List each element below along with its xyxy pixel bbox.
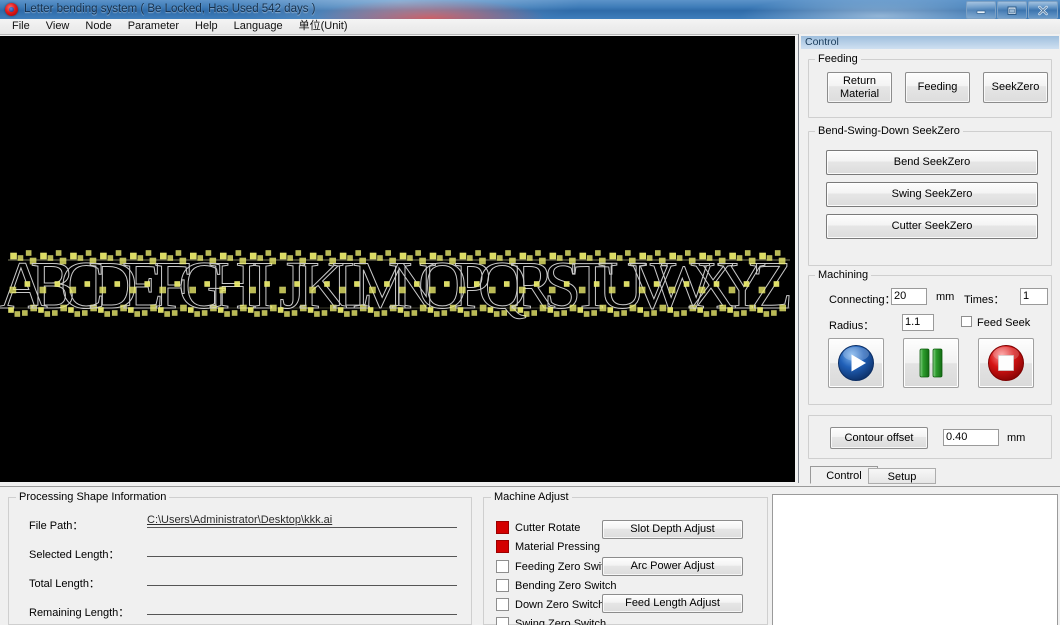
- times-input[interactable]: 1: [1020, 288, 1048, 305]
- selected-length-value: [147, 543, 457, 557]
- return-material-label-line1: Return: [842, 74, 877, 87]
- processing-shape-information-title: Processing Shape Information: [16, 491, 170, 503]
- bend-seekzero-button[interactable]: Bend SeekZero: [826, 150, 1038, 175]
- feed-seek-label: Feed Seek: [977, 317, 1031, 329]
- machining-group: Machining Connecting： 20 mm Times： 1 Rad…: [808, 269, 1052, 405]
- swing-seekzero-button[interactable]: Swing SeekZero: [826, 182, 1038, 207]
- pause-button[interactable]: [903, 338, 959, 388]
- contour-offset-unit-label: mm: [1007, 432, 1026, 444]
- return-material-label-line2: Material: [839, 87, 880, 100]
- menu-item-help[interactable]: Help: [187, 19, 226, 34]
- window-buttons: [966, 1, 1058, 19]
- radius-label: Radius：: [829, 320, 875, 332]
- menu-item-unit[interactable]: 单位(Unit): [291, 19, 356, 34]
- bending-zero-switch-checkbox[interactable]: [496, 579, 509, 592]
- file-path-value: C:\Users\Administrator\Desktop\kkk.ai: [147, 514, 457, 528]
- menu-item-view[interactable]: View: [38, 19, 78, 34]
- feeding-button[interactable]: Feeding: [905, 72, 970, 103]
- tab-setup[interactable]: Setup: [868, 468, 936, 484]
- machine-adjust-title: Machine Adjust: [491, 491, 572, 503]
- swing-zero-switch-checkbox[interactable]: [496, 617, 509, 625]
- connecting-unit-label: mm: [936, 291, 955, 303]
- pause-icon: [919, 348, 943, 378]
- start-button[interactable]: [828, 338, 884, 388]
- menu-item-language[interactable]: Language: [226, 19, 291, 34]
- file-path-label: File Path：: [29, 520, 84, 532]
- contour-offset-button[interactable]: Contour offset: [830, 427, 928, 449]
- radius-input[interactable]: 1.1: [902, 314, 934, 331]
- swing-zero-switch-label: Swing Zero Switch: [515, 618, 607, 625]
- total-length-label: Total Length：: [29, 578, 100, 590]
- title-bar: Letter bending system ( Be Locked, Has U…: [0, 0, 1060, 20]
- bottom-area: Processing Shape Information File Path： …: [0, 486, 1060, 625]
- feeding-group: Feeding Return Material Feeding SeekZero: [808, 53, 1052, 118]
- remaining-length-label: Remaining Length：: [29, 607, 130, 619]
- machine-adjust-group: Machine Adjust Cutter Rotate Material Pr…: [483, 491, 768, 625]
- contour-offset-input[interactable]: 0.40: [943, 429, 999, 446]
- remaining-length-value: [147, 601, 457, 615]
- return-material-button[interactable]: Return Material: [827, 72, 892, 103]
- window-title: Letter bending system ( Be Locked, Has U…: [24, 3, 316, 15]
- total-length-value: [147, 572, 457, 586]
- seekzero-group-title: Bend-Swing-Down SeekZero: [815, 125, 963, 137]
- control-panel-caption: Control: [801, 36, 1059, 49]
- material-pressing-indicator: [496, 540, 509, 553]
- menu-item-file[interactable]: File: [4, 19, 38, 34]
- times-label: Times：: [964, 294, 1005, 306]
- menu-item-node[interactable]: Node: [77, 19, 119, 34]
- log-output-panel[interactable]: [772, 494, 1058, 625]
- panel-tabs: Control Setup: [798, 466, 1060, 484]
- letter-outline-drawing: ABCDEFGHI JKLMNOPQRSTUVWXYZ: [0, 247, 793, 324]
- feed-length-adjust-button[interactable]: Feed Length Adjust: [602, 594, 743, 613]
- slot-depth-adjust-button[interactable]: Slot Depth Adjust: [602, 520, 743, 539]
- bending-zero-switch-label: Bending Zero Switch: [515, 580, 617, 592]
- application-window: Letter bending system ( Be Locked, Has U…: [0, 0, 1060, 625]
- processing-shape-information-group: Processing Shape Information File Path： …: [8, 491, 472, 625]
- material-pressing-label: Material Pressing: [515, 541, 600, 553]
- feeding-seekzero-button[interactable]: SeekZero: [983, 72, 1048, 103]
- feeding-zero-switch-label: Feeding Zero Switch: [515, 561, 616, 573]
- stop-button[interactable]: [978, 338, 1034, 388]
- cutter-rotate-indicator: [496, 521, 509, 534]
- connecting-input[interactable]: 20: [891, 288, 927, 305]
- feeding-zero-switch-checkbox[interactable]: [496, 560, 509, 573]
- feed-seek-checkbox[interactable]: [961, 316, 972, 327]
- menu-bar: File View Node Parameter Help Language 单…: [0, 19, 1060, 35]
- app-circle-icon: [5, 3, 18, 16]
- machining-group-title: Machining: [815, 269, 872, 281]
- connecting-label: Connecting：: [829, 294, 896, 306]
- seekzero-group: Bend-Swing-Down SeekZero Bend SeekZero S…: [808, 125, 1052, 266]
- stop-icon: [988, 345, 1024, 381]
- maximize-restore-button[interactable]: [997, 1, 1027, 19]
- control-panel: Control Feeding Return Material Feeding …: [798, 34, 1060, 483]
- feeding-group-title: Feeding: [815, 53, 861, 65]
- cutter-rotate-label: Cutter Rotate: [515, 522, 581, 534]
- selected-length-label: Selected Length：: [29, 549, 120, 561]
- close-button[interactable]: [1028, 1, 1058, 19]
- cutter-seekzero-button[interactable]: Cutter SeekZero: [826, 214, 1038, 239]
- design-canvas[interactable]: ABCDEFGHIJKLMNOPQRSTUVWXYZ: [0, 36, 795, 482]
- menu-item-parameter[interactable]: Parameter: [120, 19, 187, 34]
- down-zero-switch-label: Down Zero Switch: [515, 599, 605, 611]
- contour-offset-group: Contour offset 0.40 mm: [808, 415, 1052, 459]
- minimize-button[interactable]: [966, 1, 996, 19]
- arc-power-adjust-button[interactable]: Arc Power Adjust: [602, 557, 743, 576]
- down-zero-switch-checkbox[interactable]: [496, 598, 509, 611]
- play-icon: [838, 345, 874, 381]
